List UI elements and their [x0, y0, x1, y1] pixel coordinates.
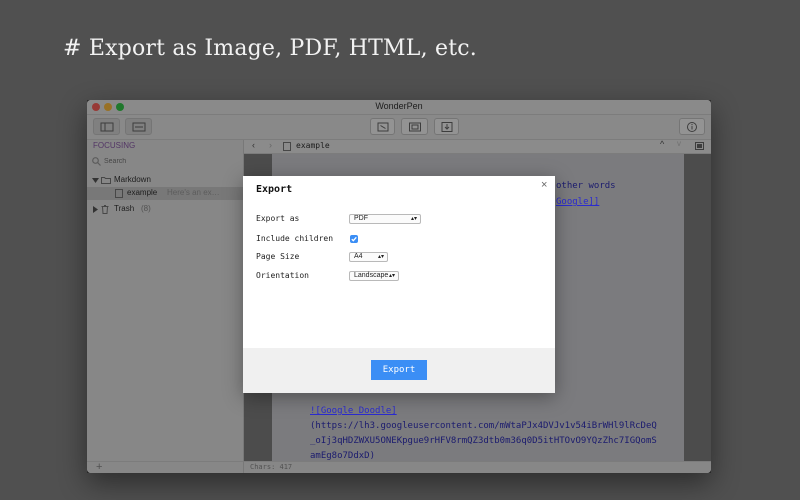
- editor-line-bottom-1: ![Google Doodle]: [310, 406, 397, 416]
- include-children-label: Include children: [256, 234, 334, 243]
- select-arrows-icon: ▴▾: [388, 273, 395, 279]
- editor-link-text[interactable]: Google]]: [556, 197, 599, 207]
- close-icon[interactable]: ×: [541, 179, 547, 191]
- include-children-checkbox[interactable]: [350, 235, 358, 243]
- checkmark-icon: [351, 236, 357, 242]
- dialog-footer: Export: [243, 348, 555, 393]
- page-size-label: Page Size: [256, 252, 300, 261]
- editor-line-bottom-3: _oIj3qHDZWXU5ONEKpgue9rHFV8rmQZ3dtb0m36q…: [310, 436, 657, 446]
- headline: # Export as Image, PDF, HTML, etc.: [63, 36, 477, 61]
- export-button[interactable]: Export: [371, 360, 427, 380]
- orientation-value: Landscape: [354, 272, 389, 279]
- export-as-label: Export as: [256, 214, 300, 223]
- export-dialog: Export × Export as PDF ▴▾ Include childr…: [243, 176, 555, 393]
- editor-line-bottom-2: (https://lh3.googleusercontent.com/mWtaP…: [310, 421, 657, 431]
- dialog-title: Export: [256, 184, 293, 195]
- editor-image-link[interactable]: ![Google Doodle]: [310, 406, 397, 416]
- editor-line-bottom-4: amEg8o7DdxD): [310, 451, 376, 461]
- orientation-label: Orientation: [256, 271, 309, 280]
- select-arrows-icon: ▴▾: [377, 254, 384, 260]
- page-size-select[interactable]: A4 ▴▾: [349, 252, 388, 262]
- page-size-value: A4: [354, 253, 363, 260]
- export-as-select[interactable]: PDF ▴▾: [349, 214, 421, 224]
- orientation-select[interactable]: Landscape ▴▾: [349, 271, 399, 281]
- select-arrows-icon: ▴▾: [410, 216, 417, 222]
- export-as-value: PDF: [354, 215, 368, 222]
- editor-line-top-1: other words: [556, 181, 616, 191]
- editor-line-top-2: Google]]: [556, 197, 599, 207]
